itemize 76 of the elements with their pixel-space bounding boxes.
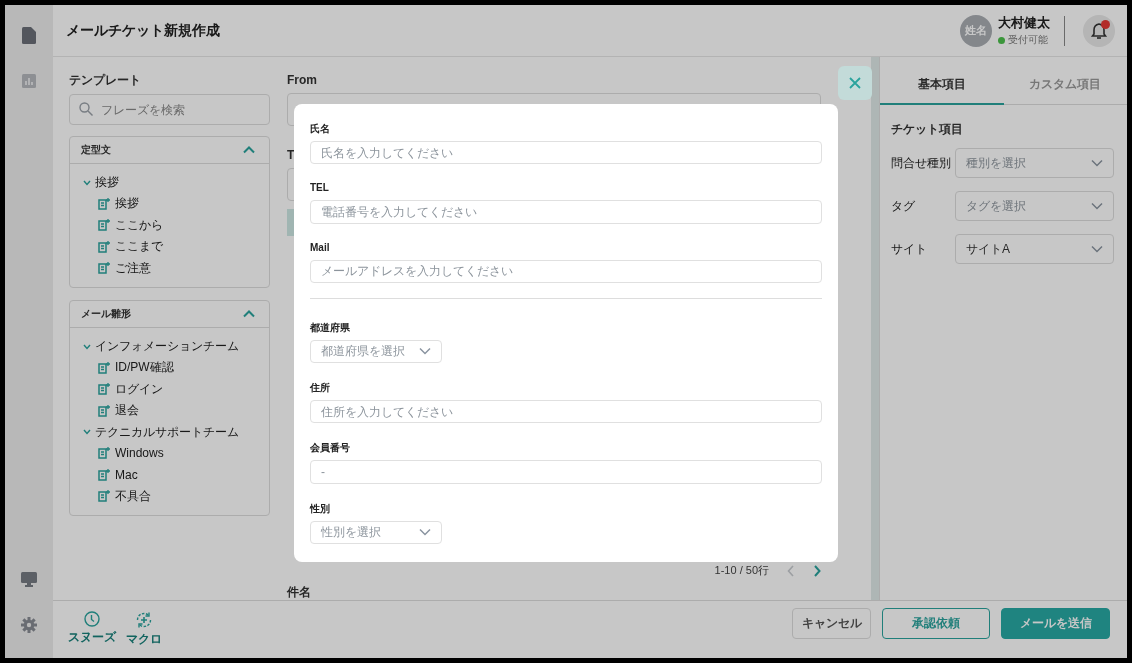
field-label: 問合せ種別 [891, 155, 952, 171]
field-label: From [287, 73, 317, 89]
field-label: 件名 [287, 584, 311, 600]
section-header[interactable]: メール雛形 [70, 301, 269, 328]
input-field[interactable]: - [310, 460, 822, 484]
document-plus-icon [98, 447, 110, 460]
template-item[interactable]: Mac [83, 464, 138, 486]
document-plus-icon [98, 361, 110, 374]
input-field[interactable]: 住所を入力してください [310, 400, 822, 424]
input-field[interactable]: メールアドレスを入力してください [310, 259, 822, 283]
section-header[interactable]: 定型文 [70, 137, 269, 164]
chevron-right-icon[interactable] [813, 564, 821, 577]
template-item[interactable]: Windows [83, 442, 164, 464]
tree-group[interactable]: 挨拶 [83, 172, 119, 193]
chevron-down-icon [1091, 159, 1103, 167]
tree-group[interactable]: テクニカルサポートチーム [83, 421, 239, 443]
close-icon [849, 77, 861, 89]
settings-icon[interactable] [21, 617, 37, 633]
select-field[interactable]: サイトA [955, 234, 1114, 264]
section-title: チケット項目 [891, 121, 964, 138]
chevron-down-icon [1091, 245, 1103, 253]
input-field[interactable]: 電話番号を入力してください [310, 200, 822, 224]
user-name: 大村健太 [998, 14, 1050, 32]
document-icon[interactable] [22, 27, 36, 44]
pagination-text: 1-10 / 50行 [714, 563, 769, 578]
template-item[interactable]: ここまで [83, 236, 163, 258]
cancel-button[interactable]: キャンセル [792, 608, 871, 639]
field-label: サイト [891, 241, 928, 257]
document-plus-icon [98, 240, 110, 253]
notification-button[interactable] [1083, 14, 1115, 47]
close-button[interactable] [838, 66, 872, 100]
clock-icon [84, 611, 100, 627]
document-plus-icon [98, 197, 110, 210]
tab[interactable]: 基本項目 [880, 67, 1004, 105]
tool-button[interactable]: スヌーズ [68, 611, 116, 648]
field-label: 性別 [310, 501, 330, 514]
panel-title: テンプレート [69, 72, 142, 89]
field-label: 会員番号 [310, 441, 350, 454]
document-plus-icon [98, 219, 110, 232]
field-label: T [287, 148, 295, 164]
field-label: Mail [310, 241, 330, 253]
search-icon [79, 102, 93, 116]
chevron-down-icon [419, 528, 431, 537]
search-field[interactable]: フレーズを検索 [69, 94, 270, 125]
field-label: 氏名 [310, 122, 330, 134]
template-item[interactable]: ID/PW確認 [83, 357, 174, 379]
template-item[interactable]: ご注意 [83, 257, 151, 279]
avatar: 姓名 [960, 14, 992, 47]
page-title: メールチケット新規作成 [66, 21, 220, 40]
bell-icon [1090, 21, 1108, 40]
document-plus-icon [98, 468, 110, 481]
tool-button[interactable]: マクロ [126, 611, 162, 648]
section-title: 定型文 [81, 143, 111, 157]
input-field[interactable]: 氏名を入力してください [310, 141, 822, 165]
chevron-down-icon [1091, 202, 1103, 210]
document-plus-icon [98, 383, 110, 396]
monitor-icon[interactable] [21, 572, 37, 587]
template-item[interactable]: 退会 [83, 400, 139, 422]
field-label: TEL [310, 182, 329, 194]
template-item[interactable]: ログイン [83, 378, 163, 400]
template-item[interactable]: 挨拶 [83, 193, 139, 215]
chevron-down-icon [419, 347, 431, 356]
section-title: メール雛形 [81, 307, 131, 321]
bar-chart-icon[interactable] [22, 74, 36, 88]
template-item[interactable]: 不具合 [83, 485, 151, 507]
field-label: 都道府県 [310, 320, 350, 333]
document-plus-icon [98, 262, 110, 275]
refresh-plus-icon [135, 611, 153, 629]
user-status: 受付可能 [1008, 33, 1048, 47]
field-label: タグ [891, 198, 916, 214]
tree-group[interactable]: インフォメーションチーム [83, 336, 239, 357]
document-plus-icon [98, 404, 110, 417]
template-item[interactable]: ここから [83, 214, 163, 236]
status-dot-icon [998, 36, 1005, 44]
field-label: 住所 [310, 381, 330, 394]
document-plus-icon [98, 490, 110, 503]
